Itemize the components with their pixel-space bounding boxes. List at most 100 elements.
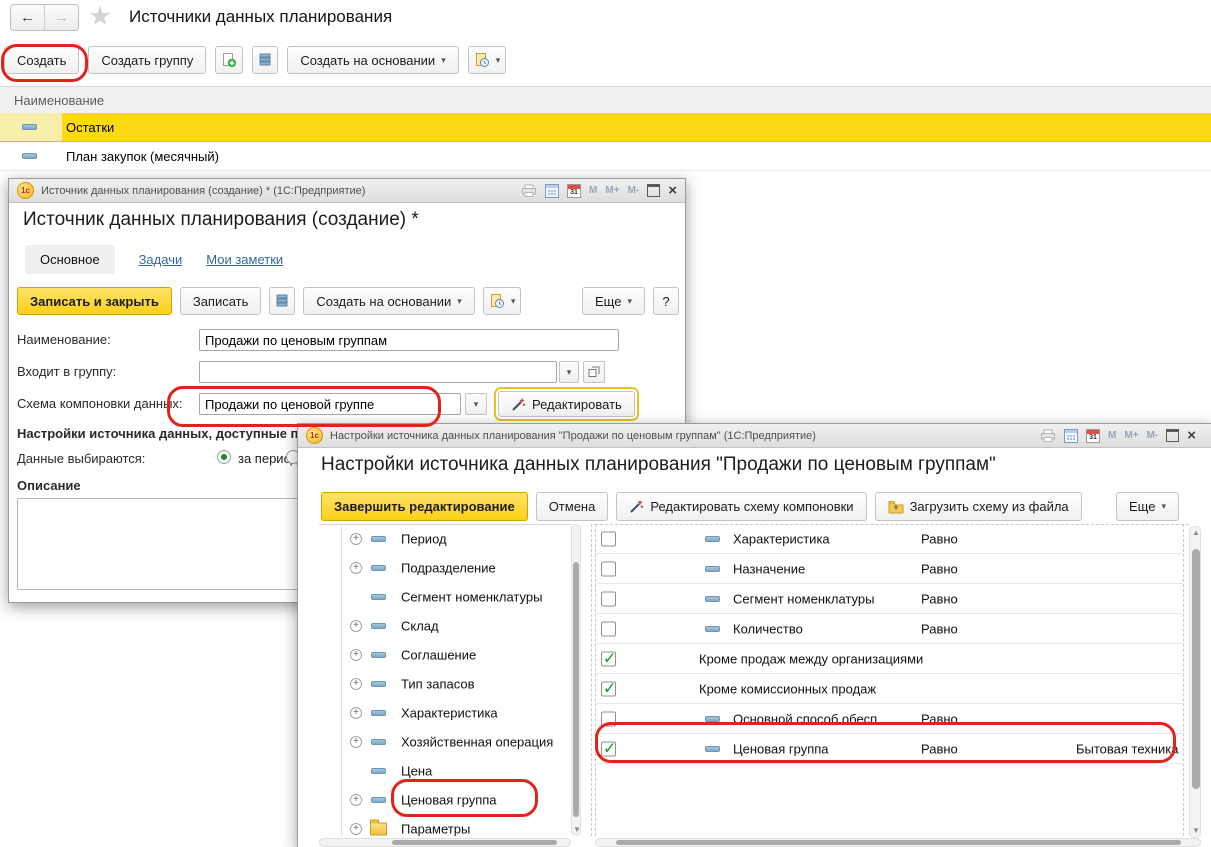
table-row[interactable]: Остатки xyxy=(0,113,1211,142)
group-dropdown-button[interactable]: ▾ xyxy=(559,361,579,383)
field-icon xyxy=(371,710,386,716)
checkbox[interactable] xyxy=(601,711,616,726)
checkbox[interactable]: ✓ xyxy=(601,651,616,666)
tree-item[interactable]: +Период xyxy=(319,524,571,553)
filter-row[interactable]: Сегмент номенклатурыРавно xyxy=(595,584,1183,614)
scroll-up-icon[interactable]: ▲ xyxy=(1192,529,1200,537)
printer-icon[interactable] xyxy=(1040,429,1056,443)
calendar-icon[interactable]: 31 xyxy=(1086,429,1100,443)
tree-item[interactable]: Цена xyxy=(319,756,571,785)
calculator-icon[interactable] xyxy=(1064,429,1078,443)
expand-plus-icon[interactable]: + xyxy=(350,707,362,719)
calculator-icon[interactable] xyxy=(545,184,559,198)
create-based-on-button[interactable]: Создать на основании▾ xyxy=(287,46,458,74)
expand-plus-icon[interactable]: + xyxy=(350,533,362,545)
tree-item[interactable]: +Тип запасов xyxy=(319,669,571,698)
maximize-icon[interactable] xyxy=(647,184,660,197)
save-button[interactable]: Записать xyxy=(180,287,262,315)
reports-menu-button[interactable]: ▾ xyxy=(468,46,507,74)
printer-icon[interactable] xyxy=(521,184,537,198)
favorite-star-icon[interactable]: ★ xyxy=(88,1,112,31)
filter-row[interactable]: ✓Ценовая группаРавноБытовая техника xyxy=(595,734,1183,764)
tree-item[interactable]: +Подразделение xyxy=(319,553,571,582)
memory-m-icon[interactable]: M xyxy=(1108,430,1116,441)
finish-editing-button[interactable]: Завершить редактирование xyxy=(321,492,528,521)
expand-plus-icon[interactable]: + xyxy=(350,736,362,748)
grid-scrollbar-thumb[interactable] xyxy=(1192,549,1200,789)
table-row[interactable]: План закупок (месячный) xyxy=(0,142,1211,171)
filter-row[interactable]: ✓Кроме комиссионных продаж xyxy=(595,674,1183,704)
checkbox[interactable]: ✓ xyxy=(601,741,616,756)
memory-m-icon[interactable]: M xyxy=(589,185,597,196)
window2-titlebar[interactable]: 1с Настройки источника данных планирован… xyxy=(298,424,1211,448)
edit-schema-button[interactable]: Редактировать xyxy=(498,391,635,417)
filter-row[interactable]: КоличествоРавно xyxy=(595,614,1183,644)
window1-titlebar[interactable]: 1с Источник данных планирования (создани… xyxy=(9,179,685,203)
checkbox[interactable]: ✓ xyxy=(601,681,616,696)
edit-composition-schema-button[interactable]: Редактировать схему компоновки xyxy=(616,492,866,521)
tree-item[interactable]: +Ценовая группа xyxy=(319,785,571,814)
checkbox[interactable] xyxy=(601,621,616,636)
more-button[interactable]: Еще▾ xyxy=(582,287,645,315)
copy-item-button[interactable] xyxy=(215,46,243,74)
filter-row[interactable]: Основной способ обесп...Равно xyxy=(595,704,1183,734)
checkbox[interactable] xyxy=(601,591,616,606)
group-input[interactable] xyxy=(199,361,557,383)
tree-item[interactable]: +Склад xyxy=(319,611,571,640)
tab-notes[interactable]: Мои заметки xyxy=(206,252,283,267)
list-settings-button[interactable] xyxy=(252,46,278,74)
name-input[interactable] xyxy=(199,329,619,351)
schema-dropdown-button[interactable]: ▾ xyxy=(465,393,487,415)
tree-scrollbar-thumb[interactable] xyxy=(573,562,579,817)
scroll-down-icon[interactable]: ▼ xyxy=(1192,827,1200,835)
checkbox[interactable] xyxy=(601,561,616,576)
tree-hscrollbar-thumb[interactable] xyxy=(392,840,557,845)
memory-mminus-icon[interactable]: M- xyxy=(628,185,640,196)
tab-tasks[interactable]: Задачи xyxy=(139,252,183,267)
tree-item[interactable]: +Характеристика xyxy=(319,698,571,727)
calendar-icon[interactable]: 31 xyxy=(567,184,581,198)
expand-plus-icon[interactable]: + xyxy=(350,678,362,690)
load-schema-button[interactable]: Загрузить схему из файла xyxy=(875,492,1082,521)
reports-menu-button[interactable]: ▾ xyxy=(483,287,522,315)
schema-input[interactable] xyxy=(199,393,461,415)
filter-row[interactable]: ✓Кроме продаж между организациями xyxy=(595,644,1183,674)
expand-plus-icon[interactable]: + xyxy=(350,649,362,661)
close-icon[interactable]: × xyxy=(668,183,677,198)
memory-mplus-icon[interactable]: M+ xyxy=(605,185,619,196)
grid-vertical-scrollbar[interactable]: ▲ ▼ xyxy=(1189,526,1201,838)
table-header[interactable]: Наименование xyxy=(0,86,1211,114)
expand-plus-icon[interactable]: + xyxy=(350,620,362,632)
more-button[interactable]: Еще▾ xyxy=(1116,492,1179,521)
expand-plus-icon[interactable]: + xyxy=(350,794,362,806)
create-group-button[interactable]: Создать группу xyxy=(88,46,206,74)
grid-horizontal-scrollbar[interactable] xyxy=(595,838,1201,847)
tab-main[interactable]: Основное xyxy=(25,245,115,274)
tree-horizontal-scrollbar[interactable] xyxy=(319,838,571,847)
group-choose-button[interactable] xyxy=(583,361,605,383)
maximize-icon[interactable] xyxy=(1166,429,1179,442)
radio-for-period[interactable] xyxy=(217,450,231,464)
cancel-button[interactable]: Отмена xyxy=(536,492,609,521)
grid-hscrollbar-thumb[interactable] xyxy=(616,840,1181,845)
memory-mplus-icon[interactable]: M+ xyxy=(1124,430,1138,441)
expand-plus-icon[interactable]: + xyxy=(350,823,362,835)
tree-item[interactable]: +Хозяйственная операция xyxy=(319,727,571,756)
tree-item[interactable]: +Соглашение xyxy=(319,640,571,669)
filter-row[interactable]: НазначениеРавно xyxy=(595,554,1183,584)
create-based-on-button[interactable]: Создать на основании▾ xyxy=(303,287,474,315)
scroll-down-icon[interactable]: ▼ xyxy=(573,826,581,834)
save-and-close-button[interactable]: Записать и закрыть xyxy=(17,287,172,315)
close-icon[interactable]: × xyxy=(1187,428,1196,443)
create-button[interactable]: Создать xyxy=(4,46,79,74)
back-button[interactable]: ← xyxy=(11,5,44,30)
help-button[interactable]: ? xyxy=(653,287,679,315)
forward-button[interactable]: → xyxy=(44,5,78,30)
tree-item[interactable]: Сегмент номенклатуры xyxy=(319,582,571,611)
list-settings-button[interactable] xyxy=(269,287,295,315)
checkbox[interactable] xyxy=(601,531,616,546)
filter-row[interactable]: ХарактеристикаРавно xyxy=(595,524,1183,554)
expand-plus-icon[interactable]: + xyxy=(350,562,362,574)
memory-mminus-icon[interactable]: M- xyxy=(1147,430,1159,441)
tree-vertical-scrollbar[interactable]: ▼ xyxy=(571,524,581,836)
